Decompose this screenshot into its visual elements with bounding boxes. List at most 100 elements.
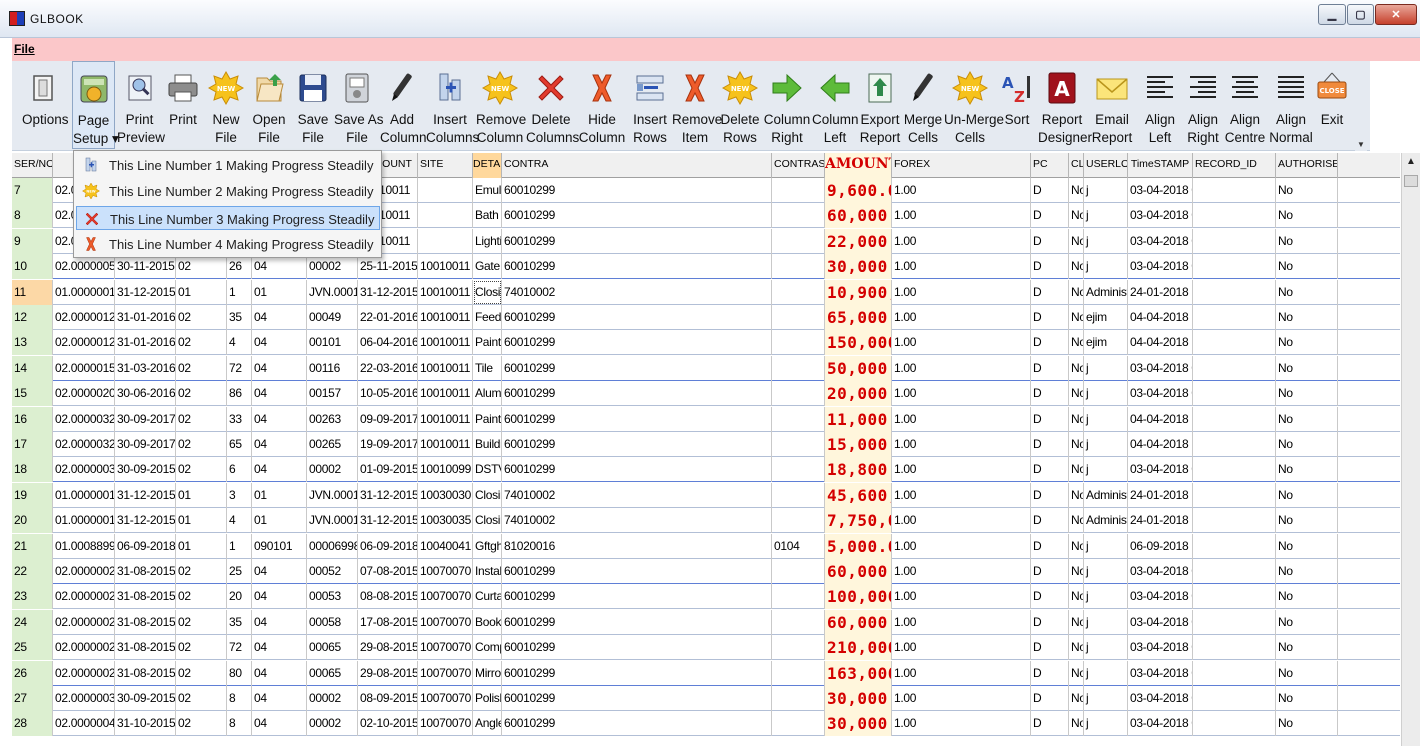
table-cell[interactable]: 01.0000001 (53, 482, 115, 508)
table-cell[interactable]: Paints (473, 406, 502, 432)
table-cell[interactable]: 10070070 (418, 711, 473, 737)
table-cell[interactable]: No (1276, 305, 1338, 330)
table-cell[interactable]: 10070070 (418, 660, 473, 686)
table-cell[interactable]: j (1084, 584, 1128, 610)
table-cell[interactable]: 65,000.00 (825, 305, 892, 330)
table-cell[interactable]: 04 (252, 584, 307, 610)
table-cell[interactable] (772, 381, 825, 407)
table-cell[interactable] (418, 178, 473, 203)
table-cell[interactable]: No (1069, 686, 1084, 711)
table-cell[interactable]: No (1276, 660, 1338, 686)
table-cell[interactable]: 86 (227, 381, 252, 407)
print-preview-button[interactable]: Print Preview (117, 61, 165, 149)
table-cell[interactable]: 10010011 (418, 305, 473, 330)
table-cell[interactable]: 1.00 (892, 660, 1031, 686)
table-cell[interactable]: 1.00 (892, 203, 1031, 229)
merge-cells-button[interactable]: Merge Cells (902, 61, 944, 149)
table-cell[interactable]: No (1069, 355, 1084, 381)
table-cell[interactable]: 03-04-2018 05:5 (1128, 635, 1193, 661)
table-cell[interactable] (772, 432, 825, 457)
table-cell[interactable]: 04 (252, 711, 307, 737)
table-cell[interactable]: D (1031, 254, 1069, 280)
table-cell[interactable]: No (1069, 254, 1084, 280)
table-cell[interactable]: JVN.0001 (307, 279, 358, 305)
table-cell[interactable] (1193, 457, 1276, 483)
table-cell[interactable]: 1.00 (892, 355, 1031, 381)
table-cell[interactable]: 07-08-2015 (358, 559, 418, 584)
table-cell[interactable]: 30-09-2017 (115, 432, 176, 457)
table-cell[interactable]: 01.0000001 (53, 279, 115, 305)
table-cell[interactable]: ejim (1084, 305, 1128, 330)
scroll-up-icon[interactable]: ▲ (1406, 156, 1416, 167)
table-cell[interactable]: 20 (12, 508, 53, 534)
table-cell[interactable]: 60010299 (502, 355, 772, 381)
table-cell[interactable]: Installation Of Air Condition (473, 559, 502, 584)
table-cell[interactable]: 24-01-2018 10:4 (1128, 508, 1193, 534)
table-cell[interactable]: 210,000.00 (825, 635, 892, 661)
table-cell[interactable] (772, 203, 825, 229)
table-cell[interactable] (1193, 635, 1276, 661)
column-header[interactable]: CLOSED (1069, 153, 1084, 178)
table-cell[interactable]: No (1069, 533, 1084, 559)
table-cell[interactable]: 28 (12, 711, 53, 737)
table-cell[interactable]: Building (473, 432, 502, 457)
table-cell[interactable]: D (1031, 660, 1069, 686)
table-row[interactable]: 28 02.0000004 31-10-2015 02 8 04 00002 02-10-20… (12, 711, 1400, 737)
table-cell[interactable]: 30-09-2015 (115, 686, 176, 711)
table-cell[interactable]: 02 (176, 635, 227, 661)
table-cell[interactable]: 150,000.00 (825, 330, 892, 356)
table-cell[interactable]: 1.00 (892, 381, 1031, 407)
table-cell[interactable] (1193, 203, 1276, 229)
table-cell[interactable]: j (1084, 711, 1128, 737)
table-cell[interactable]: 60010299 (502, 406, 772, 432)
table-cell[interactable] (1193, 508, 1276, 534)
table-cell[interactable]: D (1031, 711, 1069, 737)
dropdown-item[interactable]: This Line Number 1 Making Progress Stead… (76, 153, 380, 177)
table-cell[interactable]: 04 (252, 355, 307, 381)
table-cell[interactable]: 04 (252, 305, 307, 330)
table-cell[interactable]: 00065 (307, 660, 358, 686)
table-cell[interactable]: 00116 (307, 355, 358, 381)
column-header[interactable]: SITE (418, 153, 473, 178)
table-cell[interactable]: 18,800.00 (825, 457, 892, 483)
table-cell[interactable]: 02.0000003 (53, 686, 115, 711)
table-cell[interactable]: 31-08-2015 (115, 609, 176, 635)
table-cell[interactable] (772, 330, 825, 356)
table-cell[interactable]: 18 (12, 457, 53, 483)
table-row[interactable]: 27 02.0000003 30-09-2015 02 8 04 00002 08-09-20… (12, 686, 1400, 711)
table-cell[interactable]: 04 (252, 660, 307, 686)
table-cell[interactable]: 31-12-2015 (115, 482, 176, 508)
table-cell[interactable]: Alumiun Hing Door (473, 381, 502, 407)
table-cell[interactable]: No (1276, 381, 1338, 407)
table-cell[interactable]: 10010011 (418, 279, 473, 305)
table-cell[interactable]: 04-04-2018 10:2 (1128, 305, 1193, 330)
table-cell[interactable]: 1.00 (892, 305, 1031, 330)
table-row[interactable]: 17 02.0000032 30-09-2017 02 65 04 00265 19-09-2… (12, 432, 1400, 457)
column-right-button[interactable]: Column Right (762, 61, 812, 149)
table-cell[interactable] (772, 559, 825, 584)
table-cell[interactable]: 8 (227, 711, 252, 737)
table-cell[interactable] (772, 686, 825, 711)
table-cell[interactable]: 02 (176, 559, 227, 584)
table-cell[interactable]: No (1276, 228, 1338, 254)
table-cell[interactable]: 04 (252, 457, 307, 483)
table-cell[interactable] (772, 609, 825, 635)
table-cell[interactable]: 10 (12, 254, 53, 280)
table-cell[interactable]: 74010002 (502, 482, 772, 508)
table-cell[interactable]: No (1069, 559, 1084, 584)
column-header[interactable]: AUTHORISE (1276, 153, 1338, 178)
table-cell[interactable]: D (1031, 559, 1069, 584)
table-cell[interactable]: 4 (227, 330, 252, 356)
table-cell[interactable]: Tile (473, 355, 502, 381)
table-cell[interactable]: 1.00 (892, 279, 1031, 305)
table-cell[interactable]: 1.00 (892, 482, 1031, 508)
table-cell[interactable]: 10010099 (418, 457, 473, 483)
table-cell[interactable]: 03-04-2018 05:5 (1128, 559, 1193, 584)
table-cell[interactable] (772, 178, 825, 203)
table-cell[interactable]: 03-04-2018 07:4 (1128, 178, 1193, 203)
table-cell[interactable]: No (1276, 279, 1338, 305)
table-cell[interactable]: 24-01-2018 10:4 (1128, 482, 1193, 508)
table-cell[interactable]: 20,000.00 (825, 381, 892, 407)
hide-column-button[interactable]: Hide Column (578, 61, 626, 149)
table-cell[interactable]: 01 (252, 279, 307, 305)
